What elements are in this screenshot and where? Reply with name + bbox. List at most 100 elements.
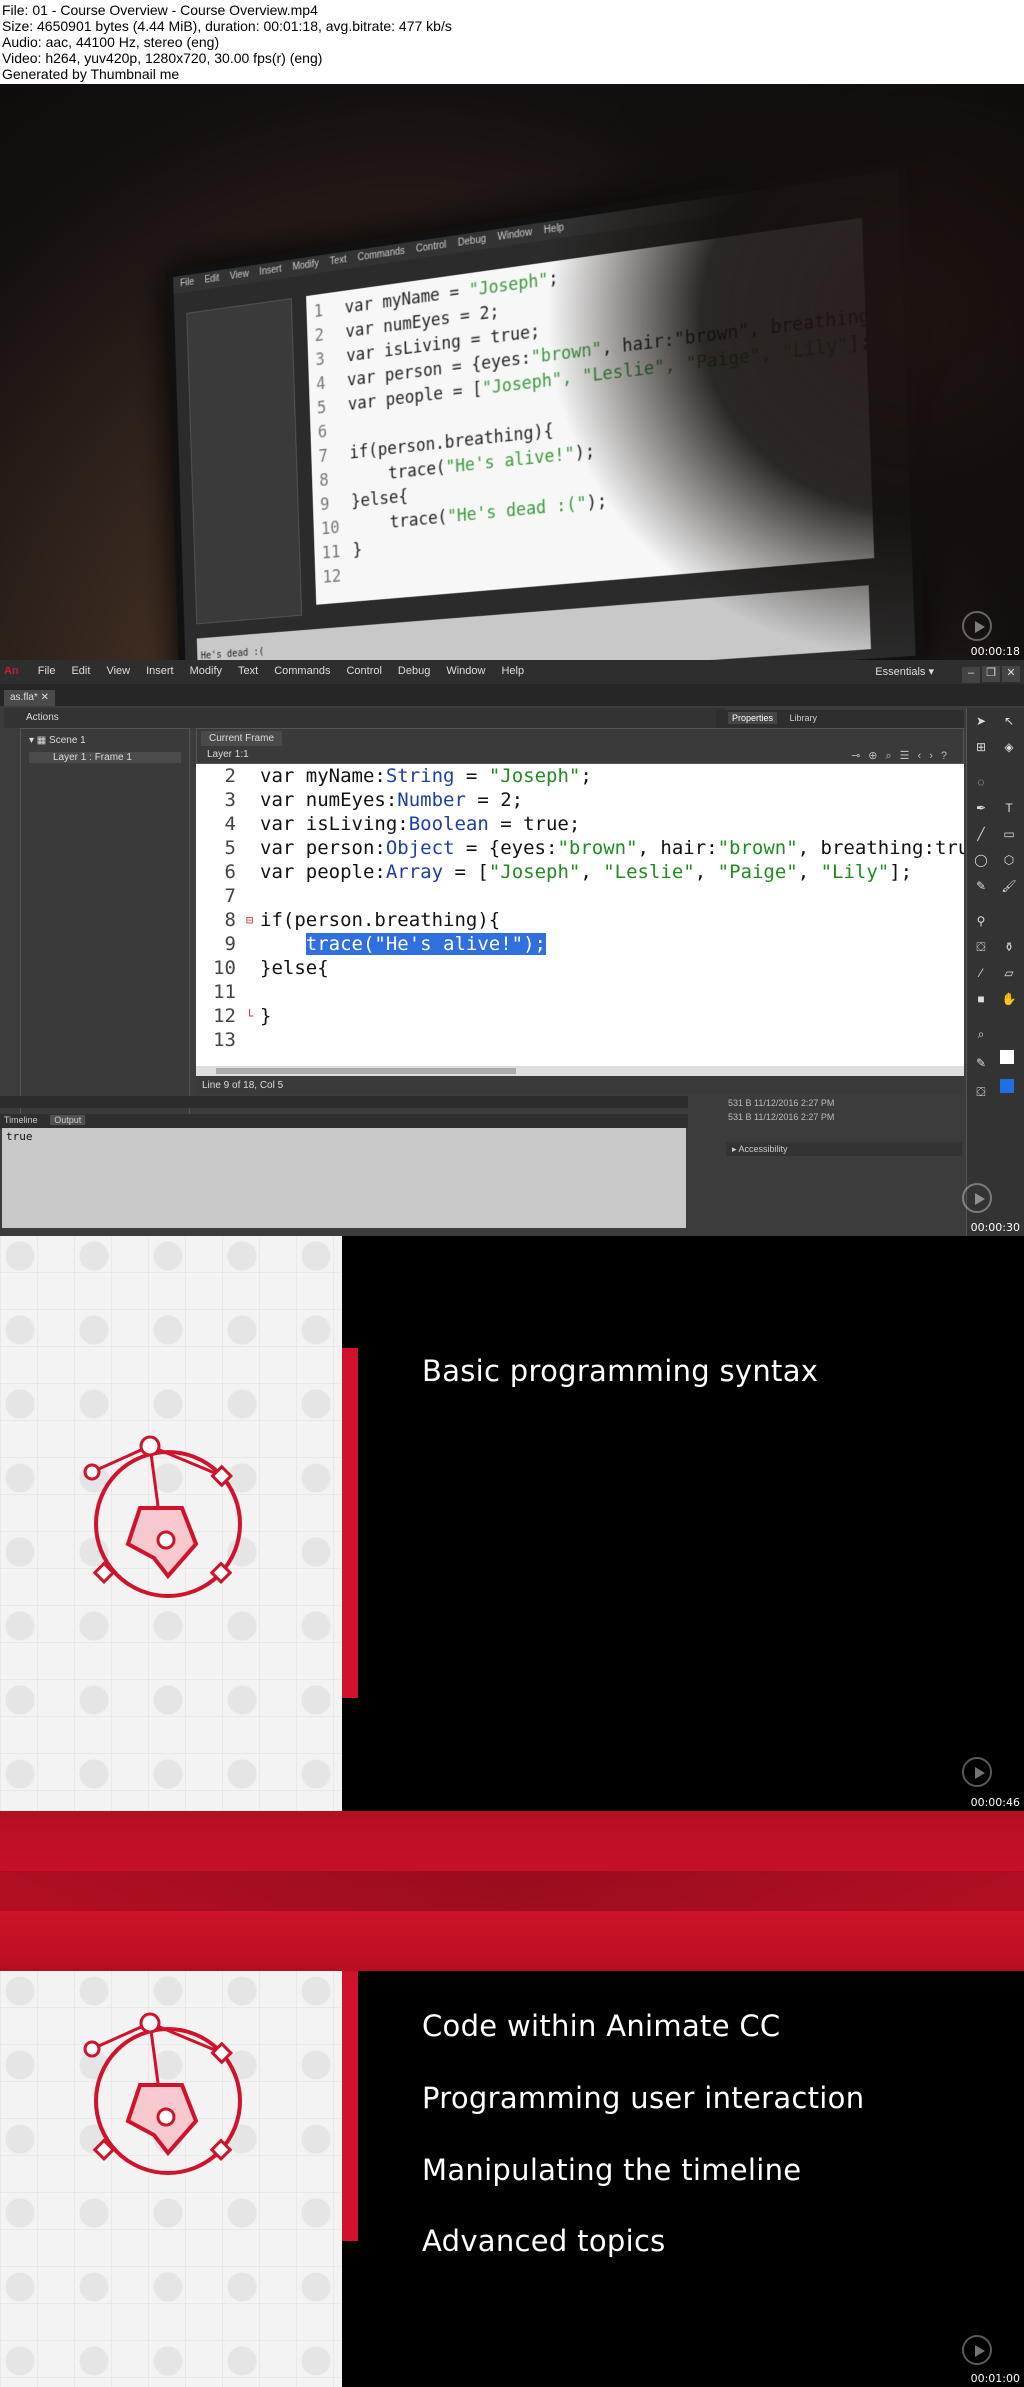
horizontal-scrollbar[interactable] (196, 1066, 964, 1076)
code-text: } (260, 1004, 271, 1028)
line-number: 3 (224, 789, 236, 811)
fill-color-icon[interactable]: ⛋ (971, 1082, 991, 1102)
code-token: ]; (889, 861, 913, 883)
output-panel: true (2, 1128, 686, 1228)
code-token: , (580, 861, 604, 883)
workspace-switcher[interactable]: Essentials ▾ (875, 665, 934, 678)
code-line[interactable]: 12 └} (196, 1004, 964, 1028)
menu-item[interactable]: Insert (146, 665, 174, 677)
menu-item[interactable]: Window (497, 227, 532, 243)
code-token: var person: (260, 837, 386, 859)
pen-tool-icon[interactable]: ✒ (971, 798, 991, 818)
oval-tool-icon[interactable]: ◯ (971, 850, 991, 870)
accessibility-section[interactable]: ▸ Accessibility (726, 1142, 962, 1156)
document-tab[interactable]: as.fla* ✕ (4, 690, 55, 706)
menu-item[interactable]: Edit (204, 273, 219, 286)
play-icon[interactable] (962, 1183, 992, 1213)
stroke-color-swatch[interactable] (1000, 1050, 1014, 1064)
tab-properties[interactable]: Properties (728, 712, 778, 724)
menu-item[interactable]: Commands (357, 246, 405, 264)
tree-item-scene[interactable]: ▾ ▦ Scene 1 (29, 735, 181, 746)
foreground-shadow (544, 84, 1024, 660)
tree-item-label: Layer 1 : Frame 1 (53, 752, 132, 763)
code-line[interactable]: 4 var isLiving:Boolean = true; (196, 812, 964, 836)
thumbnail-frame-1: File Edit View Insert Modify Text Commands Cont… (0, 84, 1024, 660)
menu-item[interactable]: View (106, 665, 130, 677)
code-line[interactable]: 2 var myName:String = "Joseph"; (196, 764, 964, 788)
code-token: if(person.breathing){ (260, 909, 501, 931)
code-token: = true; (488, 813, 581, 835)
scrollbar-thumb[interactable] (216, 1068, 516, 1074)
rectangle-tool-icon[interactable]: ▭ (999, 824, 1019, 844)
code-token: = {eyes: (454, 837, 558, 859)
fill-color-swatch[interactable] (1000, 1079, 1014, 1093)
menu-item[interactable]: Insert (259, 264, 282, 278)
menu-item[interactable]: Modify (190, 665, 222, 677)
stroke-color-icon[interactable]: ✎ (971, 1053, 991, 1073)
menu-item[interactable]: Help (501, 665, 524, 677)
tab-timeline[interactable]: Timeline (4, 1115, 38, 1125)
code-text: var people:Array = ["Joseph", "Leslie", … (260, 860, 912, 884)
menu-item[interactable]: File (38, 665, 56, 677)
tab-output[interactable]: Output (50, 1115, 86, 1125)
text-tool-icon[interactable]: T (999, 798, 1019, 818)
menu-item[interactable]: Debug (398, 665, 430, 677)
menu-item[interactable]: Commands (274, 665, 330, 677)
menu-item[interactable]: File (180, 277, 194, 289)
bone-tool-icon[interactable]: ⚲ (971, 911, 991, 931)
zoom-tool-icon[interactable]: ⌕ (971, 1024, 991, 1044)
editor-status: Line 9 of 18, Col 5 (196, 1076, 964, 1094)
restore-icon[interactable]: ❐ (982, 666, 1000, 682)
code-token: = 2; (465, 789, 524, 811)
menu-item[interactable]: Control (416, 240, 447, 255)
hand-tool-icon[interactable]: ✋ (999, 989, 1019, 1009)
3d-tool-icon[interactable]: ◈ (999, 737, 1019, 757)
code-line[interactable]: 7 (196, 884, 964, 908)
tab-current-frame[interactable]: Current Frame (201, 731, 283, 746)
minimize-icon[interactable]: – (962, 667, 980, 683)
code-line[interactable]: 5 var person:Object = {eyes:"brown", hair… (196, 836, 964, 860)
polystar-tool-icon[interactable]: ⬡ (999, 850, 1019, 870)
line-tool-icon[interactable]: ╱ (971, 824, 991, 844)
paint-bucket-icon[interactable]: ⛋ (971, 937, 991, 957)
animate-logo: An (4, 665, 19, 677)
line-number: 10 (320, 518, 340, 540)
eraser-icon[interactable]: ▱ (999, 963, 1019, 983)
menu-item[interactable]: Text (238, 665, 258, 677)
menu-item[interactable]: Modify (292, 258, 319, 272)
code-line[interactable]: 6 var people:Array = ["Joseph", "Leslie",… (196, 860, 964, 884)
transform-tool-icon[interactable]: ⊞ (971, 737, 991, 757)
menu-item[interactable]: Text (330, 254, 347, 267)
camera-tool-icon[interactable]: ■ (971, 989, 991, 1009)
code-line[interactable]: 8 ⊟ if(person.breathing){ (196, 908, 964, 932)
eyedropper-icon[interactable]: ⁄ (971, 963, 991, 983)
subselect-tool-icon[interactable]: ↖ (999, 711, 1019, 731)
code-line[interactable]: 3 var numEyes:Number = 2; (196, 788, 964, 812)
close-icon[interactable]: ✕ (1002, 666, 1020, 682)
ink-bottle-icon[interactable]: ⚱ (999, 937, 1019, 957)
lasso-tool-icon[interactable]: ◌ (971, 772, 991, 792)
menu-item[interactable]: Window (446, 665, 485, 677)
selection-tool-icon[interactable]: ➤ (971, 711, 991, 731)
pencil-tool-icon[interactable]: ✎ (971, 876, 991, 896)
code-token: , breathing:tru (797, 837, 964, 859)
tab-library[interactable]: Library (790, 713, 818, 723)
editor-toolbar[interactable]: ⊸⊕⌕☰‹›? (851, 749, 955, 763)
code-line[interactable]: 13 (196, 1028, 964, 1052)
code-editor[interactable]: 2 var myName:String = "Joseph"; 3 var numEy… (196, 764, 964, 1066)
tools-panel: ➤ ↖ ⊞ ◈ ◌ ✒ T ╱ ▭ ◯ ⬡ ✎ 🖌 ⚲ ⛋ ⚱ ⁄ ▱ ■ ✋ ⌕ ✎ ⛋ (966, 708, 1024, 1236)
brush-tool-icon[interactable]: 🖌 (999, 876, 1019, 896)
line-number: 7 (224, 885, 236, 907)
code-line[interactable]: 11 (196, 980, 964, 1004)
menu-item[interactable]: Debug (458, 234, 487, 249)
menu-item[interactable]: View (230, 269, 249, 282)
code-line[interactable]: 10}else{ (196, 956, 964, 980)
play-icon[interactable] (962, 1757, 992, 1787)
tree-item-frame[interactable]: Layer 1 : Frame 1 (29, 752, 181, 763)
menu-item[interactable]: Control (346, 665, 381, 677)
code-line[interactable]: 9 trace("He's alive!"); (196, 932, 964, 956)
play-icon[interactable] (962, 2335, 992, 2365)
menu-item[interactable]: Edit (71, 665, 90, 677)
play-icon[interactable] (962, 611, 992, 641)
fold-toggle-icon[interactable]: ⊟ (246, 908, 253, 932)
